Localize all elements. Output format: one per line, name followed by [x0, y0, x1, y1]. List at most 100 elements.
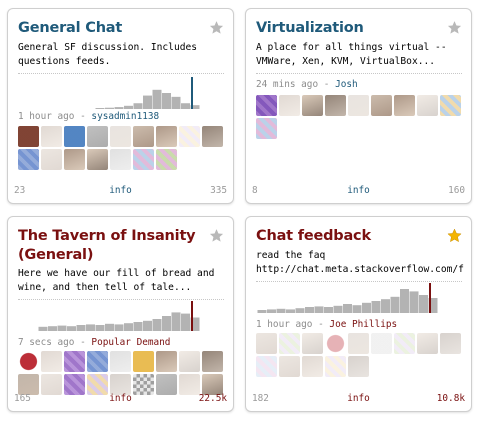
face-avatar[interactable] [348, 95, 369, 116]
face-avatar[interactable] [302, 333, 323, 354]
room-title[interactable]: Virtualization [256, 19, 442, 38]
star-icon[interactable] [447, 228, 462, 243]
activity-bar [143, 95, 152, 109]
face-avatar[interactable] [302, 95, 323, 116]
activity-bar [181, 103, 190, 109]
room-title[interactable]: General Chat [18, 19, 204, 38]
face-avatar[interactable] [41, 149, 62, 170]
face-avatar[interactable] [279, 95, 300, 116]
face-avatar[interactable] [87, 149, 108, 170]
last-activity: 1 hour ago - Joe Phillips [256, 319, 462, 330]
activity-bar [257, 310, 267, 313]
face-avatar[interactable] [64, 149, 85, 170]
activity-bar [419, 295, 428, 313]
qr-avatar[interactable] [133, 374, 154, 395]
room-card-tavern[interactable]: The Tavern of Insanity (General) Here we… [7, 216, 234, 412]
user-avatars [256, 95, 464, 139]
monkey-avatar[interactable] [133, 351, 154, 372]
face-avatar[interactable] [348, 356, 369, 377]
user-count: 23 [14, 185, 26, 196]
pattern-avatar[interactable] [133, 149, 154, 170]
face-avatar[interactable] [371, 95, 392, 116]
face-avatar[interactable] [279, 356, 300, 377]
info-link[interactable]: info [109, 393, 132, 404]
chess-avatar[interactable] [371, 333, 392, 354]
face-avatar[interactable] [256, 333, 277, 354]
face-avatar[interactable] [179, 374, 200, 395]
face-avatar[interactable] [394, 95, 415, 116]
gray-avatar[interactable] [110, 351, 131, 372]
pattern-avatar[interactable] [256, 118, 277, 139]
activity-bar [362, 302, 371, 313]
face-avatar[interactable] [179, 351, 200, 372]
face-avatar[interactable] [202, 351, 223, 372]
room-card-general-chat[interactable]: General Chat General SF discussion. Incl… [7, 8, 234, 204]
star-icon[interactable] [209, 20, 224, 35]
activity-bar [286, 309, 295, 313]
now-marker [191, 301, 193, 331]
face-avatar[interactable] [133, 126, 154, 147]
activity-user-link[interactable]: Joe Phillips [329, 319, 397, 330]
activity-bar [152, 319, 162, 331]
activity-user-link[interactable]: Popular Demand [91, 337, 170, 348]
face-avatar[interactable] [348, 333, 369, 354]
star-icon[interactable] [209, 228, 224, 243]
pattern-avatar[interactable] [325, 356, 346, 377]
purple-pattern-avatar[interactable] [64, 351, 85, 372]
blue-pattern-avatar[interactable] [18, 149, 39, 170]
blue-pattern-avatar[interactable] [87, 351, 108, 372]
pattern-avatar[interactable] [440, 95, 461, 116]
room-card-virtualization[interactable]: Virtualization A place for all things vi… [245, 8, 472, 204]
room-card-chat-feedback[interactable]: Chat feedback read the faq http://chat.m… [245, 216, 472, 412]
face-avatar[interactable] [110, 374, 131, 395]
bug-logo-avatar[interactable] [18, 126, 39, 147]
z-logo-avatar[interactable] [64, 126, 85, 147]
seal-avatar[interactable] [325, 333, 346, 354]
face-avatar[interactable] [302, 356, 323, 377]
room-title[interactable]: Chat feedback [256, 227, 442, 246]
face-avatar[interactable] [110, 126, 131, 147]
room-description-line-1: Here we have our fill of bread and [18, 268, 215, 279]
face-avatar[interactable] [202, 374, 223, 395]
face-avatar[interactable] [41, 126, 62, 147]
info-link[interactable]: info [109, 185, 132, 196]
activity-user-link[interactable]: sysadmin1138 [91, 111, 159, 122]
pattern-avatar[interactable] [87, 374, 108, 395]
activity-user-link[interactable]: Josh [335, 79, 358, 90]
face-avatar[interactable] [156, 351, 177, 372]
face-avatar[interactable] [325, 95, 346, 116]
face-avatar[interactable] [18, 374, 39, 395]
activity-bar [324, 307, 333, 313]
gray-avatar[interactable] [110, 149, 131, 170]
pattern-avatar[interactable] [256, 356, 277, 377]
purple-pattern-avatar[interactable] [256, 95, 277, 116]
pattern-avatar[interactable] [179, 126, 200, 147]
gray-avatar[interactable] [87, 126, 108, 147]
face-avatar[interactable] [202, 126, 223, 147]
activity-bar [105, 323, 114, 331]
pattern-avatar[interactable] [156, 149, 177, 170]
gray-avatar[interactable] [156, 374, 177, 395]
face-avatar[interactable] [156, 126, 177, 147]
purple-pattern-avatar[interactable] [64, 374, 85, 395]
pattern-avatar[interactable] [394, 333, 415, 354]
activity-bar [143, 320, 152, 331]
info-link[interactable]: info [347, 185, 370, 196]
face-avatar[interactable] [417, 95, 438, 116]
message-count: 335 [210, 185, 227, 196]
activity-bar [343, 304, 352, 313]
user-avatars [256, 333, 464, 377]
info-link[interactable]: info [347, 393, 370, 404]
seal-avatar[interactable] [18, 351, 39, 372]
face-avatar[interactable] [417, 333, 438, 354]
pattern-avatar[interactable] [279, 333, 300, 354]
room-title[interactable]: The Tavern of Insanity (General) [18, 227, 204, 265]
user-count: 182 [252, 393, 269, 404]
face-avatar[interactable] [41, 374, 62, 395]
face-avatar[interactable] [440, 333, 461, 354]
face-avatar[interactable] [41, 351, 62, 372]
star-icon[interactable] [447, 20, 462, 35]
user-avatars [18, 351, 226, 395]
last-activity: 7 secs ago - Popular Demand [18, 337, 224, 348]
activity-bar [95, 325, 105, 331]
